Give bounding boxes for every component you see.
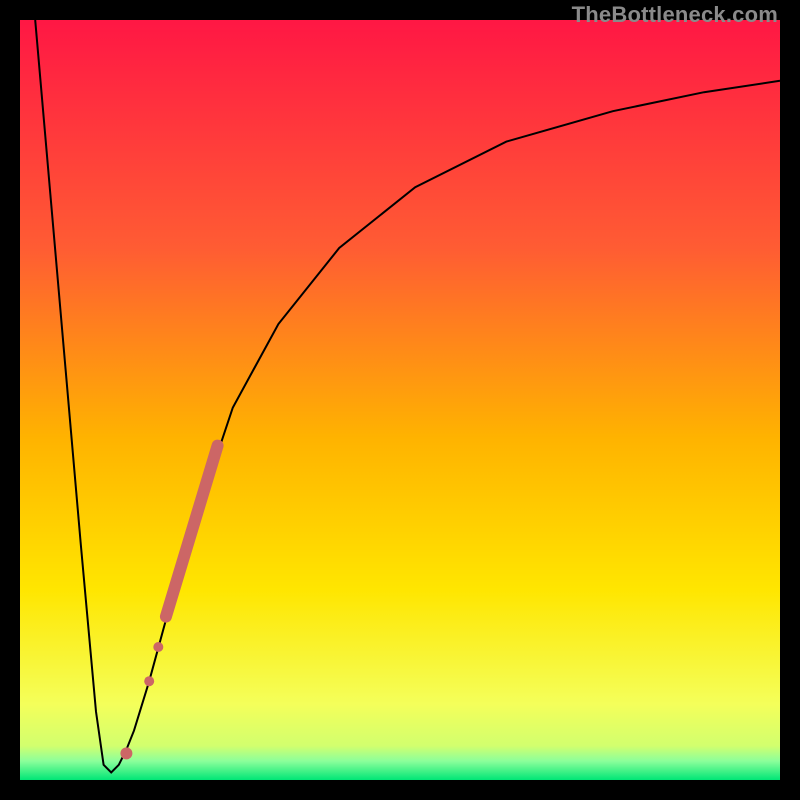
highlight-dot (144, 676, 154, 686)
highlight-dot (153, 642, 163, 652)
chart-background (20, 20, 780, 780)
bottleneck-chart (20, 20, 780, 780)
chart-frame: TheBottleneck.com (0, 0, 800, 800)
highlight-dot (120, 747, 132, 759)
watermark-label: TheBottleneck.com (572, 2, 778, 28)
